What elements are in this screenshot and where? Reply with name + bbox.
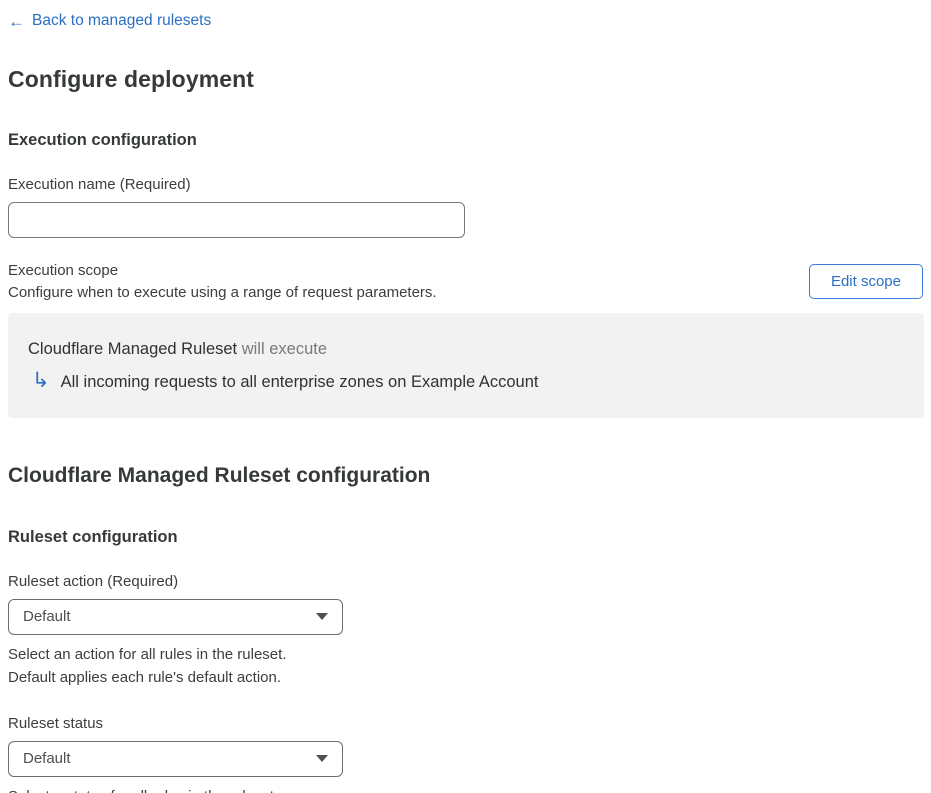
ruleset-status-help-line1: Select a status for all rules in the rul… bbox=[8, 785, 923, 793]
edit-scope-button[interactable]: Edit scope bbox=[808, 263, 923, 299]
configure-deployment-page: ← Back to managed rulesets Configure dep… bbox=[0, 0, 931, 793]
ruleset-action-selected-value: Default bbox=[23, 608, 71, 625]
ruleset-action-label: Ruleset action (Required) bbox=[8, 572, 179, 590]
execution-scope-description: Configure when to execute using a range … bbox=[8, 283, 437, 301]
ruleset-action-select[interactable]: Default bbox=[8, 598, 343, 635]
ruleset-action-help: Select an action for all rules in the ru… bbox=[8, 643, 923, 689]
ruleset-configuration-section-heading: Cloudflare Managed Ruleset configuration bbox=[8, 463, 431, 487]
scope-summary-panel: Cloudflare Managed Ruleset will execute … bbox=[8, 312, 924, 418]
ruleset-configuration-subheading: Ruleset configuration bbox=[8, 527, 178, 546]
scope-summary-headline: Cloudflare Managed Ruleset will execute bbox=[28, 340, 904, 359]
scope-summary-text: All incoming requests to all enterprise … bbox=[60, 372, 539, 391]
back-arrow-icon: ← bbox=[8, 11, 25, 31]
execution-name-input[interactable] bbox=[8, 201, 465, 238]
scope-will-execute: will execute bbox=[237, 339, 328, 358]
page-title: Configure deployment bbox=[8, 65, 255, 92]
hook-arrow-icon: ↳ bbox=[32, 368, 50, 392]
execution-configuration-heading: Execution configuration bbox=[8, 130, 197, 149]
ruleset-status-select[interactable]: Default bbox=[8, 740, 343, 777]
ruleset-action-help-line1: Select an action for all rules in the ru… bbox=[8, 645, 287, 663]
execution-scope-row: Execution scope Configure when to execut… bbox=[8, 262, 923, 301]
scope-ruleset-name: Cloudflare Managed Ruleset bbox=[28, 339, 238, 358]
ruleset-status-label: Ruleset status bbox=[8, 714, 104, 732]
back-link-label: Back to managed rulesets bbox=[32, 12, 212, 29]
execution-scope-label: Execution scope bbox=[8, 261, 119, 279]
back-to-managed-rulesets-link[interactable]: ← Back to managed rulesets bbox=[8, 12, 211, 30]
ruleset-action-help-line2: Default applies each rule's default acti… bbox=[8, 668, 282, 686]
chevron-down-icon bbox=[316, 755, 328, 762]
scope-summary-detail-row: ↳ All incoming requests to all enterpris… bbox=[28, 368, 904, 393]
execution-scope-text: Execution scope Configure when to execut… bbox=[8, 262, 437, 301]
chevron-down-icon bbox=[316, 613, 328, 620]
ruleset-status-help: Select a status for all rules in the rul… bbox=[8, 785, 923, 793]
execution-name-label: Execution name (Required) bbox=[8, 175, 191, 193]
ruleset-status-selected-value: Default bbox=[23, 750, 71, 767]
